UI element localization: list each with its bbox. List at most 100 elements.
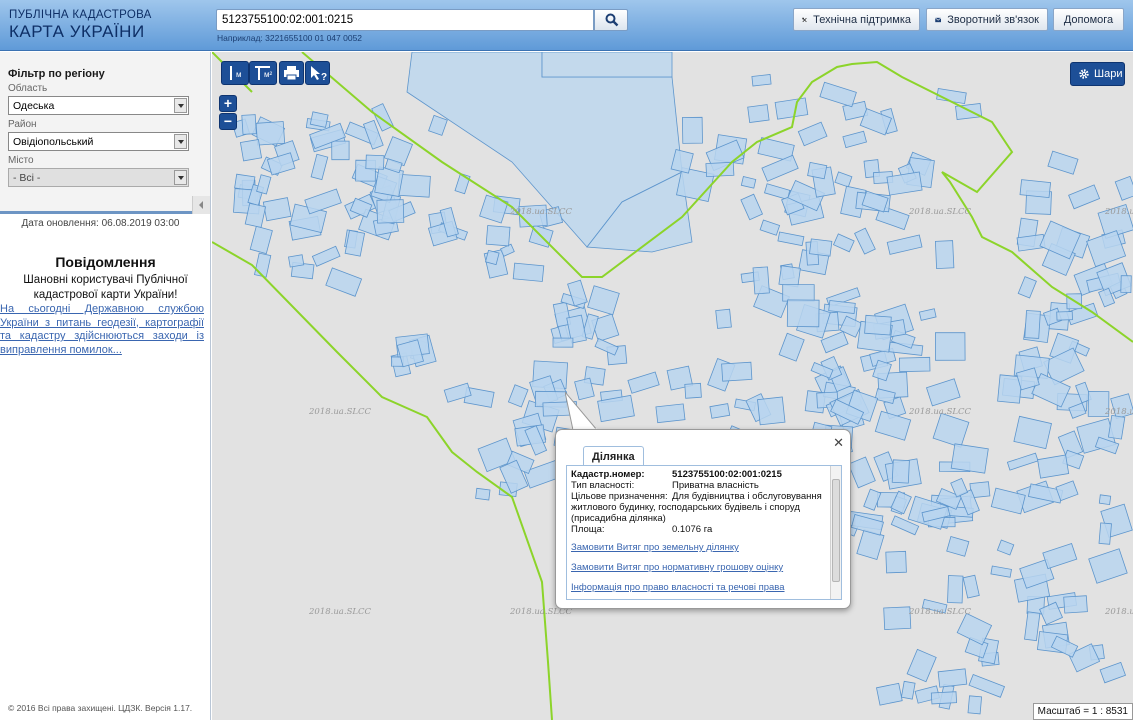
- land-parcel: [740, 176, 757, 189]
- map-canvas[interactable]: 2018.ua.SLCC 2018.ua.SLCC 2018.ua.SLCC 2…: [212, 52, 1133, 720]
- land-parcel: [968, 673, 1006, 698]
- measure-area-button[interactable]: м²: [249, 61, 277, 85]
- land-parcel: [454, 172, 471, 195]
- region-select-value: Одеська: [13, 100, 55, 112]
- printer-icon: [284, 66, 299, 81]
- watermark: 2018.ua.SLCC: [1105, 207, 1133, 217]
- notice-link[interactable]: На сьогодні Державною службою України з …: [0, 303, 204, 357]
- region-select[interactable]: Одеська: [8, 96, 189, 115]
- land-parcel: [249, 225, 273, 255]
- attr-key: Площа:: [571, 524, 605, 535]
- watermark: 2018.ua.SLCC: [309, 407, 372, 417]
- chevron-down-icon: [174, 170, 187, 185]
- land-parcel: [255, 121, 286, 146]
- left-sidebar: Фільтр по регіону Область Одеська Район …: [0, 52, 211, 720]
- land-parcel: [709, 403, 731, 419]
- land-parcel: [886, 234, 923, 255]
- search-example-hint: Наприклад: 3221655100 01 047 0052: [217, 33, 363, 43]
- land-parcel: [996, 539, 1015, 556]
- ownership-rights-link[interactable]: Інформація про право власності та речові…: [571, 582, 785, 593]
- cadastral-map[interactable]: [212, 52, 1133, 720]
- land-parcel: [256, 174, 272, 195]
- cadastral-search-input[interactable]: [216, 9, 594, 31]
- measure-length-button[interactable]: м: [221, 61, 249, 85]
- attr-key: Цільове призначення:: [571, 491, 668, 502]
- land-parcel: [304, 188, 342, 215]
- land-parcel: [967, 695, 983, 715]
- land-parcel: [1098, 494, 1112, 506]
- watermark: 2018.ua.SLCC: [309, 607, 372, 617]
- land-parcel: [757, 396, 786, 426]
- layers-button[interactable]: Шари: [1070, 62, 1125, 86]
- land-parcel: [721, 361, 753, 382]
- envelope-icon: [935, 17, 942, 22]
- land-parcel: [1024, 611, 1041, 642]
- site-logo[interactable]: ПУБЛІЧНА КАДАСТРОВА КАРТА УКРАЇНИ: [9, 9, 152, 41]
- feedback-label: Зворотний зв'язок: [947, 13, 1039, 26]
- popup-scrollbar[interactable]: [830, 466, 841, 599]
- land-parcel: [809, 238, 833, 257]
- scrollbar-thumb[interactable]: [832, 479, 840, 582]
- zoom-in-button[interactable]: +: [219, 95, 237, 112]
- city-label: Місто: [8, 155, 34, 166]
- update-date: Дата оновлення: 06.08.2019 03:00: [21, 218, 180, 229]
- collapse-sidebar-button[interactable]: [192, 196, 210, 214]
- watermark: 2018.ua.SLCC: [909, 207, 972, 217]
- search-button[interactable]: [594, 9, 628, 31]
- close-icon[interactable]: ✕: [833, 435, 844, 451]
- region-filter-panel: Фільтр по регіону Область Одеська Район …: [0, 52, 210, 214]
- land-parcel: [1088, 548, 1128, 584]
- land-parcel: [946, 536, 970, 557]
- land-parcel: [1042, 542, 1078, 570]
- land-parcel: [1047, 150, 1079, 175]
- land-parcel: [947, 575, 964, 604]
- order-valuation-extract-link[interactable]: Замовити Витяг про нормативну грошову оц…: [571, 562, 783, 573]
- land-parcel: [1006, 452, 1039, 471]
- land-parcel: [262, 197, 292, 222]
- land-parcel: [507, 384, 529, 408]
- land-parcel: [1013, 415, 1052, 450]
- parcel-info-body: Кадастр.номер: 5123755100:02:001:0215 Ти…: [566, 465, 842, 600]
- order-parcel-extract-link[interactable]: Замовити Витяг про земельну ділянку: [571, 542, 739, 553]
- layers-label: Шари: [1094, 68, 1123, 80]
- attr-key: Тип власності:: [571, 480, 635, 491]
- land-parcel: [485, 225, 511, 247]
- tab-parcel[interactable]: Ділянка: [583, 446, 644, 466]
- land-parcel: [1094, 436, 1120, 455]
- land-parcel: [778, 332, 805, 362]
- land-parcel: [777, 231, 805, 247]
- watermark: 2018.ua.SLCC: [1105, 407, 1133, 417]
- tech-support-button[interactable]: Технічна підтримка: [793, 8, 920, 31]
- land-parcel: [990, 565, 1012, 578]
- zoom-out-button[interactable]: −: [219, 113, 237, 130]
- land-parcel: [834, 171, 853, 188]
- land-parcel: [541, 52, 673, 78]
- feedback-button[interactable]: Зворотний зв'язок: [926, 8, 1048, 31]
- identify-button[interactable]: ?: [305, 61, 330, 85]
- land-parcel: [1037, 454, 1070, 479]
- city-select[interactable]: - Всі -: [8, 168, 189, 187]
- land-parcel: [876, 682, 903, 706]
- land-parcel: [655, 403, 686, 424]
- land-parcel: [807, 161, 828, 180]
- land-parcel: [918, 308, 937, 321]
- land-parcel: [864, 314, 892, 336]
- print-button[interactable]: [279, 61, 304, 85]
- watermark: 2018.ua.SLCC: [1105, 607, 1133, 617]
- notice-greeting: Шановні користувачі Публічної кадастрово…: [23, 274, 188, 301]
- district-select[interactable]: Овідіопольський: [8, 132, 189, 151]
- land-parcel: [847, 456, 876, 489]
- land-parcel: [587, 285, 620, 316]
- attr-row-area: Площа: 0.1076 га: [571, 524, 831, 535]
- help-button[interactable]: Допомога: [1053, 8, 1124, 31]
- land-parcel: [778, 265, 801, 288]
- land-parcel: [1098, 522, 1112, 545]
- land-parcel: [761, 154, 799, 182]
- land-parcel: [752, 266, 770, 295]
- city-select-value: - Всі -: [13, 172, 41, 184]
- logo-line2: КАРТА УКРАЇНИ: [9, 21, 145, 41]
- land-parcel: [310, 153, 329, 181]
- parcel-info-popup: ✕ Ділянка Кадастр.номер: 5123755100:02:0…: [555, 429, 851, 609]
- land-parcel: [820, 330, 849, 354]
- land-parcel: [930, 691, 958, 705]
